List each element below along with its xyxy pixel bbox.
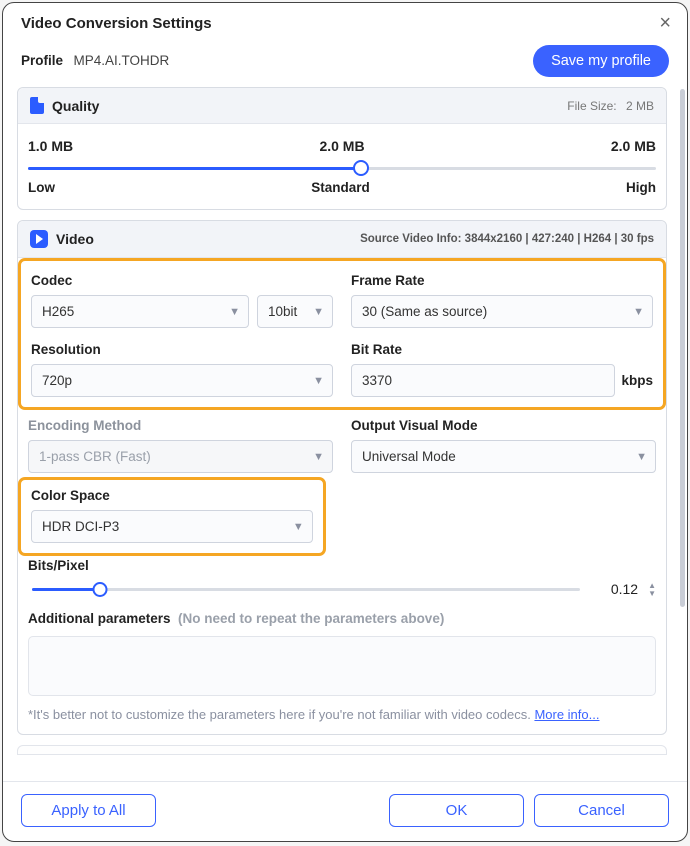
ap-hint: (No need to repeat the parameters above)	[178, 611, 444, 626]
codec-field: Codec H265 ▼ 10bit ▼	[31, 269, 333, 328]
ap-label: Additional parameters	[28, 611, 171, 626]
q-tick-min: 1.0 MB	[28, 138, 73, 154]
quality-level-labels: Low Standard High	[28, 180, 656, 195]
video-panel: Video Source Video Info: 3844x2160 | 427…	[17, 220, 667, 735]
ovm-value: Universal Mode	[362, 449, 456, 464]
framerate-select[interactable]: 30 (Same as source) ▼	[351, 295, 653, 328]
chevron-down-icon: ▼	[633, 306, 644, 318]
encoding-method-label: Encoding Method	[28, 418, 333, 433]
video-header: Video Source Video Info: 3844x2160 | 427…	[18, 221, 666, 258]
bitspixel-slider-knob[interactable]	[93, 582, 108, 597]
dialog-footer: Apply to All OK Cancel	[3, 781, 687, 841]
file-size-value: 2 MB	[626, 99, 654, 113]
bitrate-field: Bit Rate kbps	[351, 338, 653, 397]
encoding-method-field: Encoding Method 1-pass CBR (Fast) ▼	[28, 414, 333, 473]
resolution-label: Resolution	[31, 342, 333, 357]
color-space-label: Color Space	[31, 488, 313, 503]
chevron-down-icon: ▼	[229, 306, 240, 318]
quality-slider-knob[interactable]	[353, 160, 369, 176]
ovm-label: Output Visual Mode	[351, 418, 656, 433]
video-body: Codec H265 ▼ 10bit ▼	[18, 258, 666, 734]
color-space-select[interactable]: HDR DCI-P3 ▼	[31, 510, 313, 543]
bitspixel-slider[interactable]	[28, 580, 584, 598]
color-space-value: HDR DCI-P3	[42, 519, 119, 534]
video-title: Video	[56, 231, 94, 247]
quality-title: Quality	[52, 98, 99, 114]
framerate-label: Frame Rate	[351, 273, 653, 288]
scrollbar-thumb[interactable]	[680, 89, 685, 607]
profile-text: Profile MP4.AI.TOHDR	[21, 52, 169, 70]
stepper-up-icon[interactable]: ▲	[648, 582, 656, 589]
profile-row: Profile MP4.AI.TOHDR Save my profile	[3, 41, 687, 87]
document-icon	[30, 97, 44, 114]
output-visual-mode-select[interactable]: Universal Mode ▼	[351, 440, 656, 473]
profile-value: MP4.AI.TOHDR	[73, 53, 169, 68]
quality-panel: Quality File Size: 2 MB 1.0 MB 2.0 MB 2.…	[17, 87, 667, 210]
source-video-info: Source Video Info: 3844x2160 | 427:240 |…	[360, 233, 654, 245]
q-standard: Standard	[311, 180, 370, 195]
q-low: Low	[28, 180, 55, 195]
resolution-value: 720p	[42, 373, 72, 388]
stepper-down-icon[interactable]: ▼	[648, 590, 656, 597]
dialog-title: Video Conversion Settings	[21, 15, 212, 32]
close-icon[interactable]: ×	[659, 13, 671, 33]
profile-label: Profile	[21, 53, 63, 68]
next-panel-peek	[17, 745, 667, 755]
bitspixel-row: 0.12 ▲ ▼	[28, 580, 656, 598]
q-tick-mid: 2.0 MB	[319, 138, 364, 154]
codec-value: H265	[42, 304, 74, 319]
resolution-select[interactable]: 720p ▼	[31, 364, 333, 397]
file-size-readout: File Size: 2 MB	[567, 99, 654, 113]
video-play-icon	[30, 230, 48, 248]
additional-params-field: Additional parameters (No need to repeat…	[28, 610, 656, 696]
ok-button[interactable]: OK	[389, 794, 524, 827]
codec-depth-select[interactable]: 10bit ▼	[257, 295, 333, 328]
framerate-value: 30 (Same as source)	[362, 304, 487, 319]
encoding-method-select: 1-pass CBR (Fast) ▼	[28, 440, 333, 473]
bitspixel-stepper[interactable]: ▲ ▼	[648, 582, 656, 597]
codec-select[interactable]: H265 ▼	[31, 295, 249, 328]
quality-slider[interactable]	[28, 160, 656, 176]
file-size-label: File Size:	[567, 99, 616, 113]
dialog-header: Video Conversion Settings ×	[3, 3, 687, 41]
chevron-down-icon: ▼	[313, 306, 324, 318]
chevron-down-icon: ▼	[636, 451, 647, 463]
chevron-down-icon: ▼	[313, 451, 324, 463]
video-main-highlight: Codec H265 ▼ 10bit ▼	[18, 258, 666, 410]
framerate-field: Frame Rate 30 (Same as source) ▼	[351, 269, 653, 328]
more-info-link[interactable]: More info...	[534, 707, 599, 722]
color-space-highlight: Color Space HDR DCI-P3 ▼	[18, 477, 326, 556]
q-high: High	[626, 180, 656, 195]
save-profile-button[interactable]: Save my profile	[533, 45, 669, 77]
cancel-button[interactable]: Cancel	[534, 794, 669, 827]
additional-params-input[interactable]	[28, 636, 656, 696]
scrollbar[interactable]	[680, 89, 685, 779]
bitspixel-label: Bits/Pixel	[28, 558, 656, 573]
resolution-field: Resolution 720p ▼	[31, 338, 333, 397]
codec-label: Codec	[31, 273, 333, 288]
settings-scroll-area: Quality File Size: 2 MB 1.0 MB 2.0 MB 2.…	[3, 87, 687, 781]
footnote: *It's better not to customize the parame…	[28, 706, 656, 724]
quality-size-ticks: 1.0 MB 2.0 MB 2.0 MB	[28, 138, 656, 154]
q-tick-max: 2.0 MB	[611, 138, 656, 154]
encoding-method-value: 1-pass CBR (Fast)	[39, 449, 151, 464]
codec-depth-value: 10bit	[268, 304, 297, 319]
bitrate-input[interactable]	[351, 364, 615, 397]
bitrate-unit: kbps	[621, 373, 653, 388]
quality-header: Quality File Size: 2 MB	[18, 88, 666, 124]
bitrate-label: Bit Rate	[351, 342, 653, 357]
quality-body: 1.0 MB 2.0 MB 2.0 MB Low Standard High	[18, 124, 666, 209]
footnote-text: *It's better not to customize the parame…	[28, 707, 534, 722]
video-conversion-dialog: Video Conversion Settings × Profile MP4.…	[2, 2, 688, 842]
chevron-down-icon: ▼	[313, 375, 324, 387]
chevron-down-icon: ▼	[293, 521, 304, 533]
apply-to-all-button[interactable]: Apply to All	[21, 794, 156, 827]
output-visual-mode-field: Output Visual Mode Universal Mode ▼	[351, 414, 656, 473]
bitspixel-value: 0.12	[592, 581, 640, 597]
